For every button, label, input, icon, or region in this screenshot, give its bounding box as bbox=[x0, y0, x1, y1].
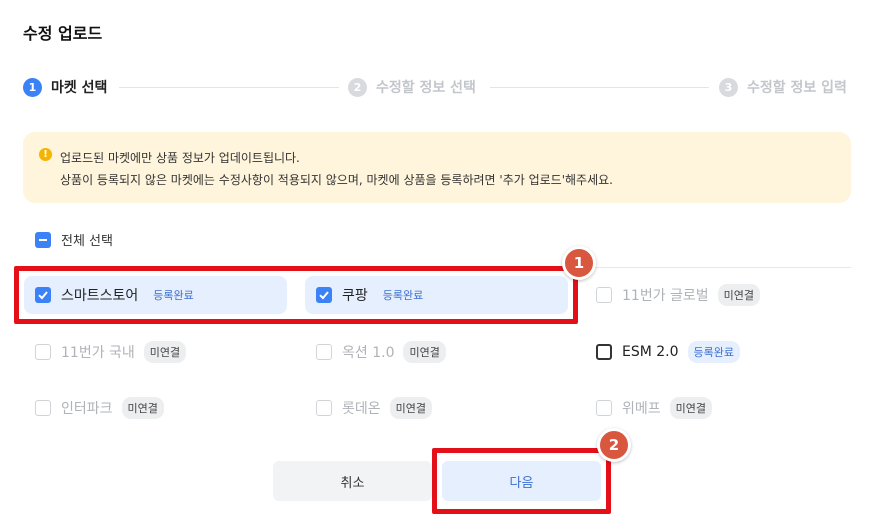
unchecked-checkbox-icon bbox=[596, 287, 612, 303]
annotation-badge-2: 2 bbox=[597, 428, 631, 462]
next-button[interactable]: 다음 bbox=[442, 461, 601, 501]
checked-checkbox-icon bbox=[35, 287, 51, 303]
status-badge: 등록완료 bbox=[153, 289, 194, 302]
select-all-checkbox[interactable]: 전체 선택 bbox=[35, 230, 113, 249]
market-interpark[interactable]: 인터파크 미연결 bbox=[24, 389, 287, 427]
market-smartstore[interactable]: 스마트스토어 등록완료 bbox=[24, 276, 287, 314]
checked-checkbox-icon bbox=[316, 287, 332, 303]
step-1-number: 1 bbox=[23, 77, 42, 97]
market-esm[interactable]: ESM 2.0 등록완료 bbox=[585, 333, 848, 371]
step-2: 2 수정할 정보 선택 bbox=[348, 76, 476, 98]
market-auction[interactable]: 옥션 1.0 미연결 bbox=[305, 333, 568, 371]
market-name: ESM 2.0 bbox=[622, 344, 679, 360]
notice-line-1: 업로드된 마켓에만 상품 정보가 업데이트됩니다. bbox=[60, 151, 300, 165]
stepper: 1 마켓 선택 2 수정할 정보 선택 3 수정할 정보 입력 bbox=[23, 76, 851, 100]
step-3-number: 3 bbox=[719, 77, 738, 97]
market-coupang[interactable]: 쿠팡 등록완료 bbox=[305, 276, 568, 314]
market-name: 롯데온 bbox=[342, 401, 381, 417]
notice-banner: ! 업로드된 마켓에만 상품 정보가 업데이트됩니다. 상품이 등록되지 않은 … bbox=[23, 132, 851, 203]
step-1: 1 마켓 선택 bbox=[23, 76, 107, 98]
step-3: 3 수정할 정보 입력 bbox=[719, 76, 847, 98]
unchecked-checkbox-icon bbox=[35, 344, 51, 360]
status-badge: 미연결 bbox=[669, 397, 713, 419]
step-connector bbox=[119, 87, 339, 88]
status-badge: 미연결 bbox=[717, 284, 761, 306]
market-name: 인터파크 bbox=[61, 401, 113, 417]
market-name: 옥션 1.0 bbox=[342, 345, 395, 361]
notice-line-2: 상품이 등록되지 않은 마켓에는 수정사항이 적용되지 않으며, 마켓에 상품을… bbox=[60, 173, 613, 187]
status-badge: 미연결 bbox=[143, 341, 187, 363]
cancel-button[interactable]: 취소 bbox=[273, 461, 432, 501]
page-title: 수정 업로드 bbox=[23, 24, 103, 43]
status-badge: 미연결 bbox=[403, 341, 446, 363]
status-badge: 미연결 bbox=[389, 397, 433, 419]
unchecked-checkbox-icon bbox=[316, 400, 332, 416]
unchecked-checkbox-icon bbox=[35, 400, 51, 416]
market-wemakeprice[interactable]: 위메프 미연결 bbox=[585, 389, 848, 427]
annotation-badge-1: 1 bbox=[562, 246, 596, 280]
market-11st-global[interactable]: 11번가 글로벌 미연결 bbox=[585, 276, 848, 314]
unchecked-checkbox-icon bbox=[316, 344, 332, 360]
market-name: 스마트스토어 bbox=[61, 288, 139, 304]
status-badge: 미연결 bbox=[121, 397, 164, 419]
warning-icon: ! bbox=[39, 148, 52, 161]
step-1-label: 마켓 선택 bbox=[51, 80, 108, 96]
indeterminate-checkbox-icon bbox=[35, 231, 51, 248]
unchecked-checkbox-icon bbox=[596, 400, 612, 416]
step-2-number: 2 bbox=[348, 77, 367, 97]
status-badge: 등록완료 bbox=[687, 341, 741, 363]
step-connector bbox=[490, 87, 709, 88]
unchecked-checkbox-icon bbox=[596, 344, 612, 360]
market-name: 위메프 bbox=[622, 401, 661, 417]
status-badge: 등록완료 bbox=[382, 289, 424, 302]
market-11st-domestic[interactable]: 11번가 국내 미연결 bbox=[24, 333, 287, 371]
divider bbox=[23, 267, 851, 268]
market-name: 11번가 글로벌 bbox=[622, 288, 709, 304]
market-name: 쿠팡 bbox=[342, 288, 368, 304]
step-2-label: 수정할 정보 선택 bbox=[376, 80, 476, 96]
market-name: 11번가 국내 bbox=[61, 345, 135, 361]
market-lotteon[interactable]: 롯데온 미연결 bbox=[305, 389, 568, 427]
step-3-label: 수정할 정보 입력 bbox=[747, 80, 847, 96]
select-all-label: 전체 선택 bbox=[61, 234, 113, 249]
